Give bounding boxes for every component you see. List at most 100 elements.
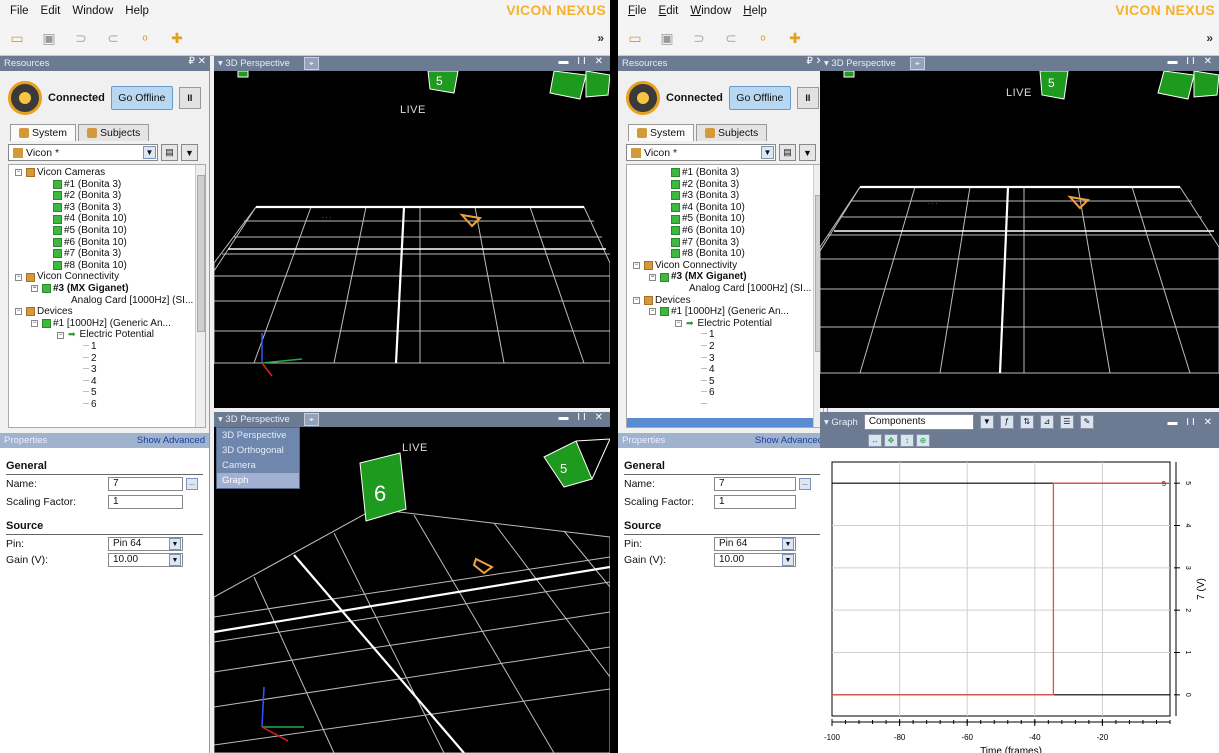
scaling-field[interactable]: 1 bbox=[108, 495, 183, 509]
chevron-down-icon[interactable]: ▼ bbox=[979, 415, 994, 429]
tree-item[interactable]: ┄ 5 bbox=[83, 387, 97, 399]
chevron-down-icon[interactable]: ▼ bbox=[169, 538, 181, 550]
tree-item[interactable]: − #1 [1000Hz] (Generic An... bbox=[31, 318, 171, 330]
config-menu-button[interactable]: ▼ bbox=[181, 144, 198, 161]
menu-item-graph[interactable]: Graph bbox=[217, 473, 299, 488]
name-field[interactable]: 7 bbox=[714, 477, 796, 491]
tree-item[interactable]: − ➡ Electric Potential bbox=[675, 318, 772, 330]
menu-window[interactable]: Window bbox=[66, 5, 119, 17]
name-field[interactable]: 7 bbox=[108, 477, 183, 491]
tree-item[interactable]: ┄ 4 bbox=[701, 364, 715, 376]
tree-item[interactable]: ┄ 1 bbox=[701, 329, 715, 341]
pin-select[interactable]: Pin 64 ▼ bbox=[108, 537, 183, 551]
collapse-icon[interactable]: − bbox=[633, 262, 640, 270]
menu-help[interactable]: Help bbox=[737, 5, 773, 17]
tree-item[interactable]: #1 (Bonita 3) bbox=[671, 167, 739, 179]
scale-icon[interactable]: ⊿ bbox=[1039, 415, 1054, 429]
collapse-icon[interactable]: − bbox=[675, 320, 682, 328]
undo-icon[interactable]: ⊃ bbox=[690, 30, 708, 48]
tab-system[interactable]: System bbox=[628, 124, 695, 141]
collapse-icon[interactable]: − bbox=[15, 308, 22, 316]
gain-select[interactable]: 10.00 ▼ bbox=[108, 553, 183, 567]
go-offline-button[interactable]: Go Offline bbox=[728, 86, 791, 110]
collapse-icon[interactable]: − bbox=[649, 308, 656, 316]
tree-item[interactable]: ┄ 2 bbox=[83, 353, 97, 365]
save-icon[interactable]: ▣ bbox=[40, 30, 58, 48]
tree-item[interactable]: #3 (Bonita 3) bbox=[53, 202, 121, 214]
config-menu-button[interactable]: ▼ bbox=[799, 144, 816, 161]
tree-item[interactable]: #6 (Bonita 10) bbox=[53, 237, 127, 249]
tab-subjects[interactable]: Subjects bbox=[696, 124, 768, 141]
tree-item[interactable]: − Vicon Cameras bbox=[15, 167, 105, 179]
show-advanced-link[interactable]: Show Advanced bbox=[137, 435, 205, 446]
tree-item[interactable]: #3 (Bonita 3) bbox=[671, 190, 739, 202]
tree-item[interactable]: ┄ 3 bbox=[83, 364, 97, 376]
system-config-select[interactable]: Vicon * ▼ bbox=[8, 144, 158, 161]
tree-scrollbar[interactable] bbox=[195, 165, 205, 427]
tab-subjects[interactable]: Subjects bbox=[78, 124, 150, 141]
chevron-down-icon[interactable]: ▼ bbox=[761, 146, 774, 159]
tree-item[interactable]: #5 (Bonita 10) bbox=[53, 225, 127, 237]
system-tree[interactable]: ┄ 6 ┄ 5 ┄ 4 ┄ 3 ┄ 2 ┄ 1− ➡ Electric Potential − #1 [100… bbox=[8, 164, 206, 428]
system-tree[interactable]: ┄ 7 ┄ 6 ┄ 5 ┄ 4 ┄ 3 ┄ 2 ┄ 1− ➡ Electric Potential − #1 [1… bbox=[626, 164, 824, 428]
view-options-icon[interactable]: ⌖ bbox=[303, 413, 319, 426]
graph-mode-select[interactable]: Components bbox=[863, 414, 974, 430]
tree-item[interactable]: #1 (Bonita 3) bbox=[53, 179, 121, 191]
chevron-down-icon[interactable]: ▼ bbox=[143, 146, 156, 159]
tree-item[interactable]: #7 (Bonita 3) bbox=[53, 248, 121, 260]
tree-item[interactable]: − #3 (MX Giganet) bbox=[649, 271, 747, 283]
tree-item[interactable]: ┄ 2 bbox=[701, 341, 715, 353]
save-icon[interactable]: ▣ bbox=[658, 30, 676, 48]
undo-icon[interactable]: ⊃ bbox=[72, 30, 90, 48]
tree-item[interactable]: Analog Card [1000Hz] (SI... bbox=[71, 295, 193, 307]
zoom-fit-icon[interactable]: ⊕ bbox=[916, 433, 930, 447]
tree-item[interactable]: #2 (Bonita 3) bbox=[671, 179, 739, 191]
tree-item[interactable]: #2 (Bonita 3) bbox=[53, 190, 121, 202]
menu-item-camera[interactable]: Camera bbox=[217, 458, 299, 473]
tree-item[interactable]: − ➡ Electric Potential bbox=[57, 329, 154, 341]
viewport-bottom[interactable]: ▾ 3D Perspective ⌖ ▬ II ✕ 3D Perspective… bbox=[214, 412, 610, 753]
collapse-icon[interactable]: − bbox=[15, 169, 22, 177]
tree-item[interactable]: #8 (Bonita 10) bbox=[671, 248, 745, 260]
graph-controls[interactable]: ▬ II ✕ bbox=[1168, 417, 1216, 428]
tree-item[interactable]: − Vicon Connectivity bbox=[15, 271, 119, 283]
pause-button[interactable]: II bbox=[796, 87, 819, 109]
tree-item[interactable]: ┄ 3 bbox=[701, 353, 715, 365]
view-options-icon[interactable]: ⌖ bbox=[909, 57, 925, 70]
subject-icon[interactable]: ᵒ bbox=[136, 30, 154, 48]
menu-window[interactable]: Window bbox=[684, 5, 737, 17]
collapse-icon[interactable]: − bbox=[633, 296, 640, 304]
viewport-controls[interactable]: ▬ II ✕ bbox=[559, 412, 607, 423]
view-options-icon[interactable]: ⌖ bbox=[303, 57, 319, 70]
tree-item[interactable]: ┄ 5 bbox=[701, 376, 715, 388]
tree-item[interactable]: − #3 (MX Giganet) bbox=[31, 283, 129, 295]
tree-item[interactable]: − Devices bbox=[633, 295, 691, 307]
tree-item[interactable]: #5 (Bonita 10) bbox=[671, 213, 745, 225]
menu-item-3d-perspective[interactable]: 3D Perspective bbox=[217, 428, 299, 443]
graph-plot-area[interactable]: -100 -80 -60 -40 -20 Time (frames) 0 1 2 3 4 5 7 (V)… bbox=[820, 448, 1219, 753]
go-offline-button[interactable]: Go Offline bbox=[110, 86, 173, 110]
pause-button[interactable]: II bbox=[178, 87, 201, 109]
collapse-icon[interactable]: − bbox=[31, 320, 38, 328]
tree-item[interactable]: ┄ 6 bbox=[83, 399, 97, 411]
function-icon[interactable]: ƒ bbox=[999, 415, 1014, 429]
tree-item[interactable]: #8 (Bonita 10) bbox=[53, 260, 127, 272]
tree-item[interactable]: #4 (Bonita 10) bbox=[671, 202, 745, 214]
pin-select[interactable]: Pin 64 ▼ bbox=[714, 537, 796, 551]
collapse-icon[interactable]: − bbox=[31, 285, 38, 293]
list-icon[interactable]: ☰ bbox=[1059, 415, 1074, 429]
viewport-controls[interactable]: ▬ II ✕ bbox=[1168, 56, 1216, 67]
tree-item[interactable]: #7 (Bonita 3) bbox=[671, 237, 739, 249]
menu-item-3d-orthogonal[interactable]: 3D Orthogonal bbox=[217, 443, 299, 458]
browse-button[interactable]: ... bbox=[799, 478, 811, 490]
view-type-select[interactable]: ▾ 3D Perspective bbox=[824, 58, 896, 69]
viewport-controls[interactable]: ▬ II ✕ bbox=[559, 56, 607, 67]
tree-item[interactable]: − Devices bbox=[15, 306, 73, 318]
viewport-top[interactable]: ▾ 3D Perspective ⌖ ▬ II ✕ LIVE · · · 5 bbox=[820, 56, 1219, 408]
redo-icon[interactable]: ⊂ bbox=[104, 30, 122, 48]
viewport-top[interactable]: ▾ 3D Perspective ⌖ ▬ II ✕ LIVE · · · 5 bbox=[214, 56, 610, 408]
tree-item[interactable]: ┄ 7 bbox=[701, 399, 715, 411]
pane-controls[interactable]: ₽ ✕ bbox=[188, 56, 206, 67]
tree-item[interactable]: Analog Card [1000Hz] (SI... bbox=[689, 283, 811, 295]
tree-item[interactable]: ┄ 6 bbox=[701, 387, 715, 399]
